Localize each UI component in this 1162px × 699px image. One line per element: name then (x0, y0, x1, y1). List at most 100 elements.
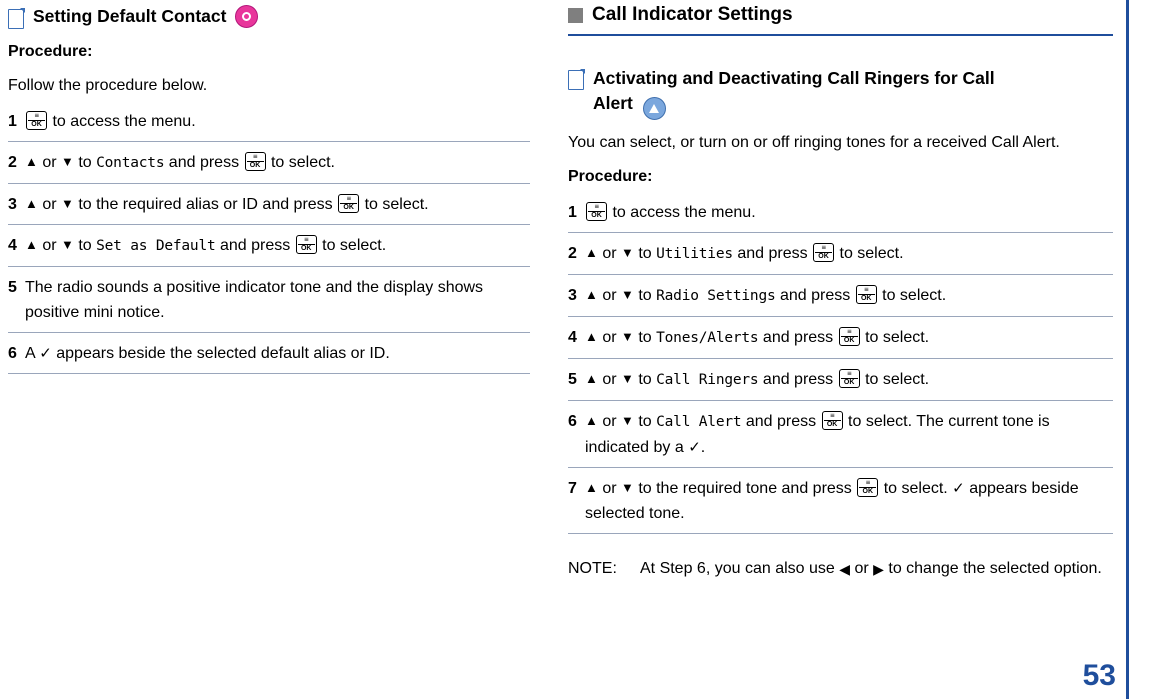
menu-ok-key-icon: ≡ OK (244, 152, 266, 171)
menu-ok-key-icon: ≡ OK (813, 243, 835, 262)
step-text: appears beside the selected default alia… (51, 345, 390, 362)
checkmark-icon: ✓ (952, 480, 965, 497)
menu-item-name: Tones/Alerts (656, 330, 759, 346)
step-text: or (37, 154, 61, 171)
arrow-down-icon: ▼ (61, 237, 74, 252)
step-text: to (633, 413, 657, 430)
step-body: The radio sounds a positive indicator to… (25, 275, 530, 325)
procedure-step: 3 ▲ or ▼ to the required alias or ID and … (8, 190, 530, 225)
step-text: or (850, 560, 874, 577)
step-text: and press (164, 154, 244, 171)
note-text: At Step 6, you can also use ◀ or ▶ to ch… (640, 558, 1113, 580)
manual-page: Setting Default Contact Procedure: Follo… (0, 0, 1162, 699)
step-text: to select. (877, 287, 947, 304)
step-text: to select. (317, 237, 387, 254)
step-text: and press (758, 371, 838, 388)
menu-ok-key-icon: ≡ OK (821, 411, 843, 430)
arrow-up-icon: ▲ (585, 413, 598, 428)
step-body: ▲ or ▼ to Set as Default and press ≡ OK t… (25, 233, 530, 259)
step-body: ▲ or ▼ to Utilities and press ≡ OK to sel… (585, 241, 1113, 267)
menu-item-name: Contacts (96, 155, 165, 171)
right-subheading-line2: Alert (593, 93, 633, 113)
step-number: 6 (8, 345, 17, 362)
step-number: 2 (8, 154, 17, 171)
step-text: to access the menu. (608, 204, 756, 221)
step-text: and press (775, 287, 855, 304)
step-number: 7 (568, 480, 577, 497)
step-text: At Step 6, you can also use (640, 560, 840, 577)
step-body: ▲ or ▼ to Call Alert and press ≡ OK to se… (585, 409, 1113, 460)
right-section-heading: Call Indicator Settings (568, 0, 1113, 26)
menu-ok-key-icon: ≡ OK (295, 235, 317, 254)
step-text: to select. (860, 329, 930, 346)
right-section-heading-text: Call Indicator Settings (592, 4, 793, 25)
left-heading: Setting Default Contact (8, 0, 530, 29)
procedure-step: 1 ≡ OK to access the menu. (568, 198, 1113, 233)
right-column: Call Indicator Settings Activating and D… (568, 0, 1113, 580)
menu-ok-key-icon: ≡ OK (857, 478, 879, 497)
step-number: 2 (568, 245, 577, 262)
arrow-right-icon: ▶ (873, 561, 884, 577)
step-number: 6 (568, 413, 577, 430)
document-icon (8, 7, 25, 29)
menu-item-name: Call Ringers (656, 372, 759, 388)
left-steps-list: 1 ≡ OK to access the menu. 2 ▲ or ▼ to Conta… (8, 107, 530, 374)
step-text: to (633, 371, 657, 388)
procedure-step: 2 ▲ or ▼ to Utilities and press ≡ OK to se… (568, 239, 1113, 275)
step-text: to select. (360, 196, 429, 213)
bell-alert-icon (642, 97, 666, 120)
procedure-step: 4 ▲ or ▼ to Set as Default and press ≡ OK … (8, 231, 530, 267)
step-number: 1 (568, 204, 577, 221)
step-text: to (633, 329, 657, 346)
arrow-up-icon: ▲ (25, 237, 38, 252)
right-subheading-line1: Activating and Deactivating Call Ringers… (593, 68, 995, 88)
left-procedure-label: Procedure: (8, 43, 93, 60)
arrow-down-icon: ▼ (621, 371, 634, 386)
menu-item-name: Utilities (656, 246, 733, 262)
page-sidebar: Advanced Features (1126, 0, 1162, 699)
step-body: ▲ or ▼ to the required tone and press ≡ O… (585, 476, 1113, 526)
section-square-icon (568, 7, 583, 23)
step-text: to select. (835, 245, 904, 262)
step-text: or (597, 371, 621, 388)
step-body: ▲ or ▼ to Radio Settings and press ≡ OK t… (585, 283, 1113, 309)
arrow-down-icon: ▼ (621, 245, 634, 260)
arrow-up-icon: ▲ (25, 196, 38, 211)
step-text: A (25, 345, 40, 362)
step-number: 5 (8, 279, 17, 296)
sidebar-rule (1126, 0, 1129, 699)
procedure-step: 4 ▲ or ▼ to Tones/Alerts and press ≡ OK to… (568, 323, 1113, 359)
arrow-down-icon: ▼ (621, 480, 634, 495)
arrow-up-icon: ▲ (25, 154, 38, 169)
step-number: 3 (568, 287, 577, 304)
step-text: or (597, 413, 621, 430)
step-number: 5 (568, 371, 577, 388)
procedure-step: 6A ✓ appears beside the selected default… (8, 339, 530, 374)
step-text: to select. (860, 371, 930, 388)
menu-item-name: Set as Default (96, 238, 216, 254)
step-text: . (700, 439, 706, 456)
right-procedure-label: Procedure: (568, 168, 653, 185)
arrow-down-icon: ▼ (61, 154, 74, 169)
step-body: A ✓ appears beside the selected default … (25, 341, 530, 366)
step-text: to the required alias or ID and press (73, 196, 338, 213)
step-text: or (597, 287, 621, 304)
left-intro: Follow the procedure below. (8, 77, 208, 94)
step-text: to select. (266, 154, 335, 171)
menu-ok-key-icon: ≡ OK (838, 327, 860, 346)
checkmark-icon: ✓ (39, 345, 52, 362)
procedure-step: 5 The radio sounds a positive indicator t… (8, 273, 530, 333)
step-text: and press (741, 413, 821, 430)
menu-ok-key-icon: ≡ OK (838, 369, 860, 388)
document-icon (568, 69, 585, 90)
step-text: or (597, 480, 621, 497)
note-label: NOTE: (568, 560, 617, 577)
person-circle-icon (235, 5, 259, 28)
step-text: and press (215, 237, 295, 254)
step-text: or (597, 245, 621, 262)
menu-ok-key-icon: ≡ OK (338, 194, 360, 213)
procedure-step: 6 ▲ or ▼ to Call Alert and press ≡ OK to s… (568, 407, 1113, 468)
arrow-left-icon: ◀ (839, 561, 851, 577)
step-body: ≡ OK to access the menu. (25, 109, 530, 134)
arrow-up-icon: ▲ (585, 287, 598, 302)
